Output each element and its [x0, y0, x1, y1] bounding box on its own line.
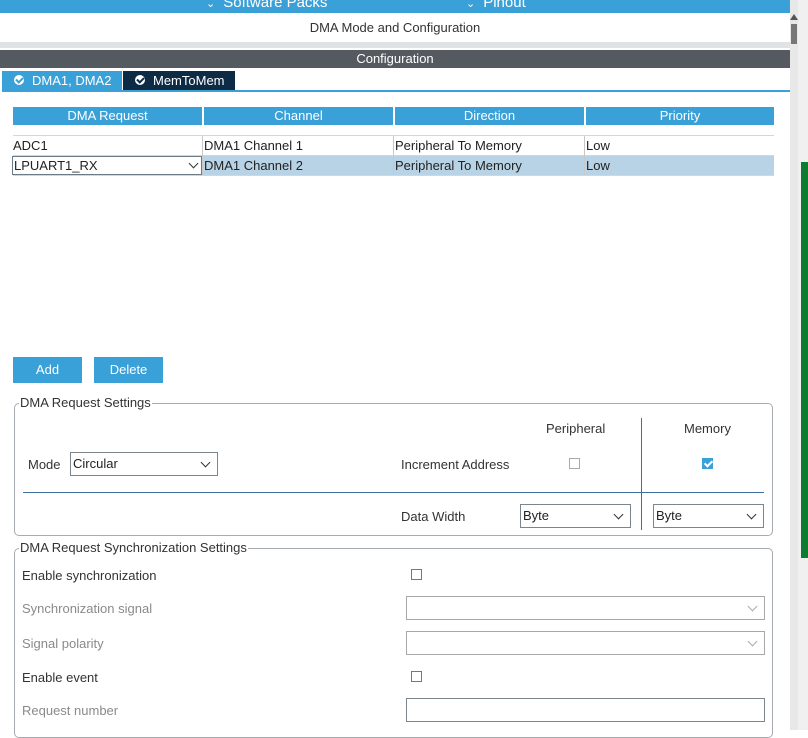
- peripheral-header: Peripheral: [546, 421, 606, 436]
- vertical-scrollbar[interactable]: [790, 0, 798, 730]
- chevron-down-icon: [747, 601, 758, 612]
- tab-dma1-dma2[interactable]: DMA1, DMA2: [2, 71, 122, 90]
- request-number-input[interactable]: [406, 698, 765, 722]
- cell-priority[interactable]: Low: [585, 136, 774, 155]
- peripheral-data-width-dropdown[interactable]: Byte: [520, 504, 631, 528]
- add-button[interactable]: Add: [13, 357, 82, 383]
- cell-channel[interactable]: DMA1 Channel 2: [203, 156, 393, 175]
- enable-event-label: Enable event: [22, 670, 98, 685]
- check-circle-icon: [14, 75, 24, 85]
- request-number-label: Request number: [22, 703, 119, 718]
- configuration-header: Configuration: [0, 50, 790, 68]
- divider: [0, 42, 790, 48]
- column-header-dma-request[interactable]: DMA Request: [13, 107, 202, 125]
- tab-memtomem[interactable]: MemToMem: [123, 71, 235, 90]
- chip-view-edge: [801, 162, 808, 558]
- column-header-priority[interactable]: Priority: [586, 107, 774, 125]
- synchronization-signal-dropdown[interactable]: [406, 596, 765, 620]
- column-divider: [641, 418, 642, 530]
- enable-synchronization-label: Enable synchronization: [22, 568, 157, 583]
- cell-priority[interactable]: Low: [585, 156, 774, 175]
- increment-address-label: Increment Address: [401, 457, 510, 472]
- top-navigation-bar: ⌄ Software Packs ⌄ Pinout: [0, 0, 790, 13]
- row-divider: [13, 175, 774, 176]
- group-legend: DMA Request Synchronization Settings: [19, 540, 248, 555]
- scrollbar-thumb[interactable]: [791, 24, 797, 44]
- mode-label: Mode: [28, 457, 61, 472]
- memory-header: Memory: [684, 421, 731, 436]
- synchronization-signal-label: Synchronization signal: [22, 601, 153, 616]
- tab-underline: [2, 90, 790, 92]
- cell-direction[interactable]: Peripheral To Memory: [394, 136, 584, 155]
- chevron-down-icon: [613, 509, 624, 520]
- enable-event-checkbox[interactable]: [411, 671, 422, 682]
- chevron-down-icon: [188, 158, 199, 169]
- group-legend: DMA Request Settings: [19, 395, 152, 410]
- memory-increment-checkbox[interactable]: [702, 458, 713, 469]
- data-width-label: Data Width: [401, 509, 466, 524]
- section-title: DMA Mode and Configuration: [0, 14, 790, 42]
- dma-request-dropdown[interactable]: LPUART1_RX: [12, 156, 202, 175]
- cell-channel[interactable]: DMA1 Channel 1: [203, 136, 393, 155]
- chevron-down-icon: [746, 509, 757, 520]
- divider: [23, 492, 764, 493]
- check-circle-icon: [135, 75, 145, 85]
- enable-synchronization-checkbox[interactable]: [411, 569, 422, 580]
- software-packs-menu[interactable]: ⌄ Software Packs: [206, 0, 327, 11]
- chevron-down-icon: [747, 636, 758, 647]
- delete-button[interactable]: Delete: [94, 357, 163, 383]
- chevron-down-icon: [200, 457, 211, 468]
- column-header-channel[interactable]: Channel: [204, 107, 393, 125]
- column-header-direction[interactable]: Direction: [395, 107, 584, 125]
- peripheral-increment-checkbox[interactable]: [569, 458, 580, 469]
- cell-direction[interactable]: Peripheral To Memory: [394, 156, 584, 175]
- cell-dma-request[interactable]: ADC1: [12, 136, 202, 155]
- signal-polarity-dropdown[interactable]: [406, 631, 765, 655]
- scroll-up-icon[interactable]: [790, 14, 798, 20]
- signal-polarity-label: Signal polarity: [22, 636, 104, 651]
- chevron-down-icon: ⌄: [466, 0, 476, 10]
- pinout-menu[interactable]: ⌄ Pinout: [466, 0, 526, 11]
- chevron-down-icon: ⌄: [206, 0, 216, 10]
- mode-dropdown[interactable]: Circular: [70, 452, 218, 476]
- memory-data-width-dropdown[interactable]: Byte: [653, 504, 764, 528]
